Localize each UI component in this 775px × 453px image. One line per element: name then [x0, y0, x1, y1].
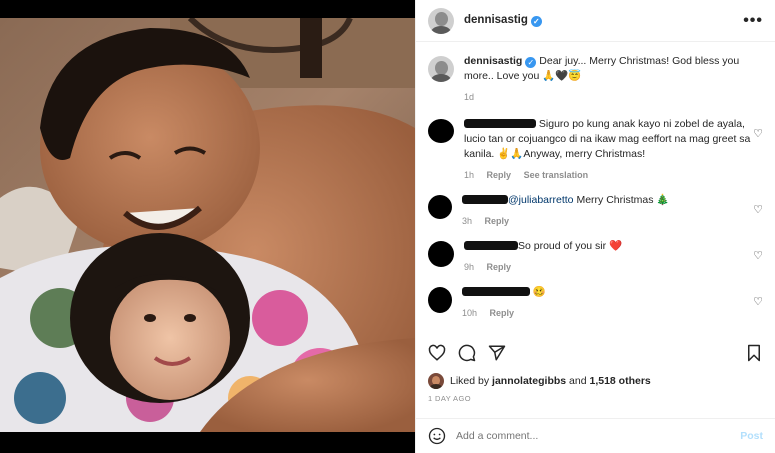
share-paper-plane-icon[interactable]	[488, 344, 506, 362]
like-comment-heart-icon[interactable]: ♡	[753, 127, 763, 140]
add-comment-input[interactable]	[456, 430, 741, 442]
liker-avatar[interactable]	[428, 373, 444, 389]
bookmark-icon[interactable]	[745, 344, 763, 362]
redacted-avatar[interactable]	[428, 119, 454, 143]
comment-time: 1h	[464, 170, 475, 180]
comment-time: 9h	[464, 262, 475, 272]
caption: dennisastig ✓ Dear juy... Merry Christmas…	[428, 54, 763, 105]
likes-count[interactable]: 1,518 others	[589, 375, 650, 387]
like-heart-icon[interactable]	[428, 344, 446, 362]
likes-middle: and	[566, 375, 590, 387]
post-image	[0, 18, 415, 432]
post-photo[interactable]	[0, 0, 415, 453]
author-username[interactable]: dennisastig ✓	[464, 14, 542, 27]
comment-text: So proud of you sir	[518, 240, 610, 252]
like-comment-heart-icon[interactable]: ♡	[753, 203, 763, 216]
reply-button[interactable]: Reply	[485, 216, 510, 226]
redacted-avatar[interactable]	[428, 287, 452, 313]
add-comment-bar: Post	[416, 418, 775, 453]
post-date[interactable]: 1 DAY AGO	[428, 394, 471, 403]
likes-summary: Liked by jannolategibbs and 1,518 others	[428, 373, 651, 389]
caption-avatar[interactable]	[428, 56, 454, 82]
like-comment-heart-icon[interactable]: ♡	[753, 295, 763, 308]
reply-button[interactable]: Reply	[487, 170, 512, 180]
redacted-avatar[interactable]	[428, 195, 452, 219]
caption-username[interactable]: dennisastig	[464, 55, 522, 67]
caption-time: 1d	[464, 92, 475, 102]
author-avatar[interactable]	[428, 7, 454, 34]
redacted-username	[464, 241, 518, 250]
action-bar	[416, 338, 775, 368]
instagram-post-view: dennisastig ✓ ••• dennisastig ✓ Dear juy..…	[0, 0, 775, 453]
comment-item: So proud of you sir ❤️ 9h Reply ♡	[428, 239, 763, 275]
reply-button[interactable]: Reply	[487, 262, 512, 272]
more-options-icon[interactable]: •••	[743, 12, 763, 30]
redacted-username	[464, 119, 536, 128]
comment-item: @juliabarretto Merry Christmas 🎄 3h Repl…	[428, 193, 763, 229]
verified-badge-icon: ✓	[525, 57, 537, 68]
comment-mention[interactable]: @juliabarretto	[508, 194, 574, 206]
redacted-avatar[interactable]	[428, 241, 454, 267]
post-header: dennisastig ✓ •••	[416, 0, 775, 42]
red-heart-icon: ❤️	[609, 240, 623, 252]
comment-text: Merry Christmas 🎄	[573, 194, 670, 206]
redacted-username	[462, 195, 508, 204]
comment-bubble-icon[interactable]	[458, 344, 476, 362]
comment-time: 10h	[462, 308, 478, 318]
comment-time: 3h	[462, 216, 473, 226]
see-translation-button[interactable]: See translation	[524, 170, 589, 180]
emoji-icon[interactable]	[428, 427, 446, 445]
comment-text: 🥴	[530, 286, 546, 298]
comments-list: dennisastig ✓ Dear juy... Merry Christmas…	[416, 42, 775, 332]
reply-button[interactable]: Reply	[490, 308, 515, 318]
liker-username[interactable]: jannolategibbs	[492, 375, 566, 387]
post-comment-button[interactable]: Post	[740, 430, 763, 442]
redacted-username	[462, 287, 530, 296]
comment-item: 🥴 10h Reply ♡	[428, 285, 763, 321]
verified-badge-icon: ✓	[530, 16, 542, 27]
post-side-panel: dennisastig ✓ ••• dennisastig ✓ Dear juy..…	[415, 0, 775, 453]
like-comment-heart-icon[interactable]: ♡	[753, 249, 763, 262]
likes-prefix: Liked by	[450, 375, 493, 387]
comment-item: Siguro po kung anak kayo ni zobel de aya…	[428, 117, 763, 183]
